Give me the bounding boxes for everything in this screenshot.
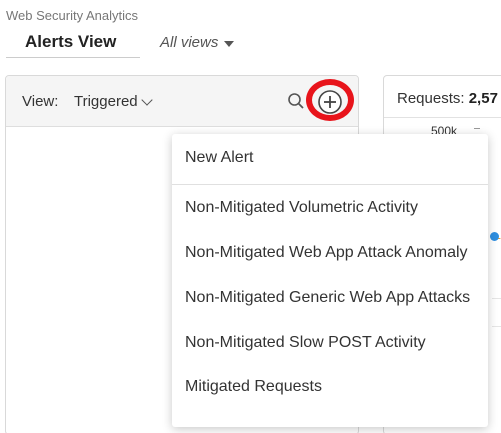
app-title: Web Security Analytics: [6, 8, 138, 23]
all-views-dropdown[interactable]: All views: [160, 34, 235, 51]
requests-label: Requests: 2,57: [397, 90, 498, 107]
caret-down-icon: [224, 40, 235, 47]
grid-line: [492, 298, 501, 299]
y-axis-tick: [474, 128, 480, 129]
alerts-panel-header: View: Triggered: [6, 76, 358, 127]
view-label: View:: [22, 93, 59, 110]
menu-item-web-app-anomaly[interactable]: Non-Mitigated Web App Attack Anomaly: [172, 233, 488, 273]
menu-item-new-alert[interactable]: New Alert: [172, 138, 488, 178]
alerts-view-tab[interactable]: Alerts View: [25, 32, 116, 52]
requests-title: Requests:: [397, 90, 465, 107]
tab-underline: [6, 57, 140, 58]
add-alert-menu: New Alert Non-Mitigated Volumetric Activ…: [172, 134, 488, 427]
grid-line: [492, 326, 501, 327]
alerts-page: Web Security Analytics Alerts View All v…: [0, 0, 501, 433]
chevron-down-icon: [140, 93, 153, 106]
search-icon[interactable]: [287, 92, 305, 110]
menu-item-mitigated[interactable]: Mitigated Requests: [172, 367, 488, 407]
menu-separator: [172, 184, 488, 185]
add-alert-button[interactable]: [316, 88, 344, 116]
all-views-label: All views: [160, 34, 219, 51]
data-point[interactable]: [490, 232, 499, 241]
view-select-value: Triggered: [74, 93, 138, 110]
requests-count: 2,57: [468, 90, 498, 107]
menu-item-volumetric[interactable]: Non-Mitigated Volumetric Activity: [172, 188, 488, 228]
menu-item-slow-post[interactable]: Non-Mitigated Slow POST Activity: [172, 323, 488, 363]
view-select[interactable]: Triggered: [74, 93, 153, 110]
menu-item-generic-web-app[interactable]: Non-Mitigated Generic Web App Attacks: [172, 278, 488, 318]
panel-divider: [384, 117, 501, 118]
